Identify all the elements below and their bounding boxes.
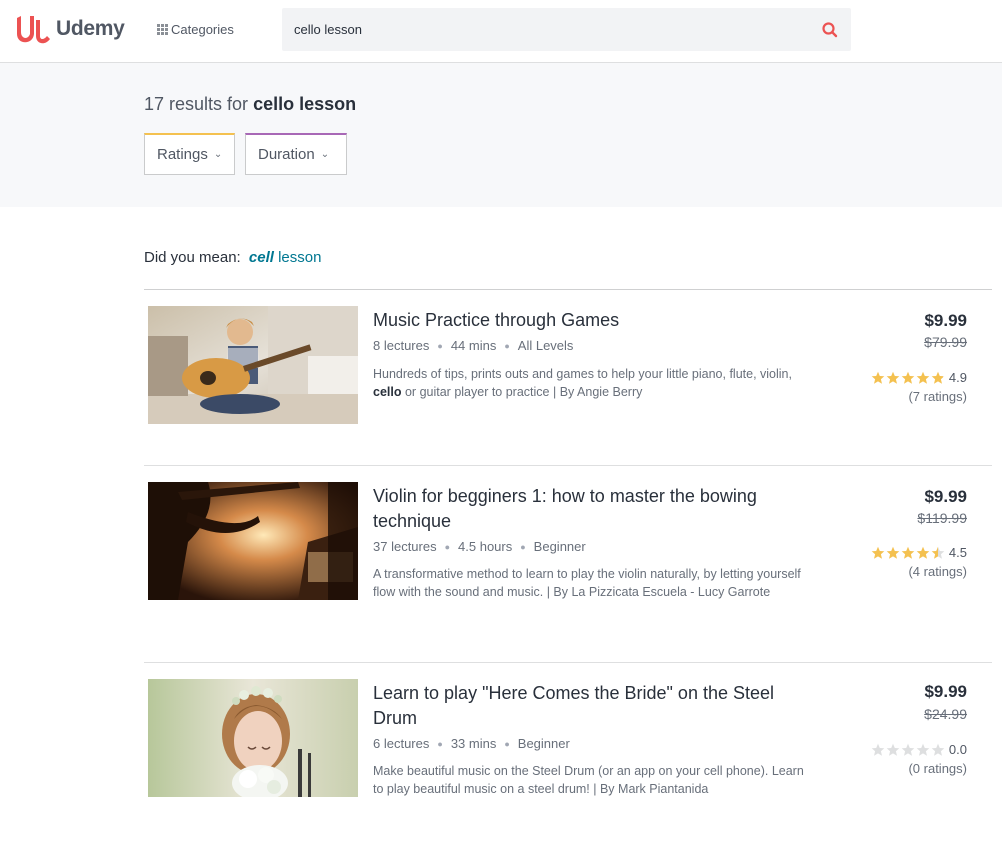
course-card[interactable]: Learn to play "Here Comes the Bride" on … [144, 679, 992, 839]
divider [144, 289, 992, 290]
results-count: 17 results for cello lesson [144, 94, 357, 114]
star-rating [870, 546, 945, 560]
course-meta: 37 lectures ● 4.5 hours ● Beginner [373, 539, 586, 554]
course-card[interactable]: Violin for begginers 1: how to master th… [144, 482, 992, 662]
course-price: $9.99 [924, 682, 967, 701]
duration-filter-button[interactable]: Duration ⌄ [245, 133, 347, 175]
grid-icon [157, 24, 168, 35]
course-title[interactable]: Learn to play "Here Comes the Bride" on … [373, 681, 813, 731]
course-description: A transformative method to learn to play… [373, 567, 801, 599]
ratings-filter-button[interactable]: Ratings ⌄ [144, 133, 235, 175]
star-icon [931, 546, 945, 559]
course-card[interactable]: Music Practice through Games 8 lectures ●… [144, 306, 992, 466]
star-icon [871, 546, 885, 559]
course-title[interactable]: Music Practice through Games [373, 308, 813, 333]
chevron-down-icon: ⌄ [213, 149, 223, 160]
course-description: Make beautiful music on the Steel Drum (… [373, 764, 804, 796]
course-rating: 0.0 [870, 742, 967, 757]
star-rating [870, 371, 945, 385]
star-icon [886, 371, 900, 384]
categories-label: Categories [171, 22, 234, 37]
star-icon [916, 546, 930, 559]
course-thumbnail[interactable] [148, 482, 358, 600]
star-icon [886, 546, 900, 559]
search-input[interactable] [282, 7, 796, 52]
categories-menu[interactable]: Categories [157, 22, 234, 37]
results-header: 17 results for cello lesson Ratings ⌄ Dur… [0, 63, 1002, 207]
star-icon [916, 743, 930, 756]
results-query: cello lesson [253, 94, 357, 114]
top-navbar: Udemy Categories [0, 0, 1002, 63]
course-rating: 4.9 [870, 370, 967, 385]
course-meta: 6 lectures ● 33 mins ● Beginner [373, 736, 570, 751]
search-icon [822, 22, 838, 38]
star-icon [916, 371, 930, 384]
course-price: $9.99 [924, 487, 967, 506]
course-meta: 8 lectures ● 44 mins ● All Levels [373, 338, 574, 353]
chevron-down-icon: ⌄ [320, 149, 330, 160]
star-icon [931, 743, 945, 756]
course-thumbnail[interactable] [148, 306, 358, 424]
course-title[interactable]: Violin for begginers 1: how to master th… [373, 484, 813, 534]
star-icon [901, 371, 915, 384]
search-bar [282, 7, 851, 52]
udemy-logo-icon [17, 16, 50, 44]
course-description: Hundreds of tips, prints outs and games … [373, 367, 792, 399]
course-old-price: $79.99 [924, 334, 967, 350]
udemy-logo[interactable]: Udemy [14, 12, 125, 46]
divider [144, 662, 992, 663]
course-thumbnail[interactable] [148, 679, 358, 797]
search-button[interactable] [821, 21, 839, 39]
star-icon [886, 743, 900, 756]
star-icon [871, 371, 885, 384]
ratings-count: (7 ratings) [908, 389, 967, 404]
star-icon [871, 743, 885, 756]
ratings-count: (0 ratings) [908, 761, 967, 776]
did-you-mean: Did you mean: cell lesson [144, 249, 322, 266]
star-icon [901, 743, 915, 756]
ratings-count: (4 ratings) [908, 564, 967, 579]
divider [144, 465, 992, 466]
course-rating: 4.5 [870, 545, 967, 560]
star-icon [931, 371, 945, 384]
course-price: $9.99 [924, 311, 967, 330]
logo-text: Udemy [56, 17, 125, 40]
course-old-price: $24.99 [924, 706, 967, 722]
star-rating [870, 743, 945, 757]
suggestion-link[interactable]: cell lesson [249, 249, 322, 266]
course-old-price: $119.99 [917, 510, 967, 526]
star-icon [901, 546, 915, 559]
